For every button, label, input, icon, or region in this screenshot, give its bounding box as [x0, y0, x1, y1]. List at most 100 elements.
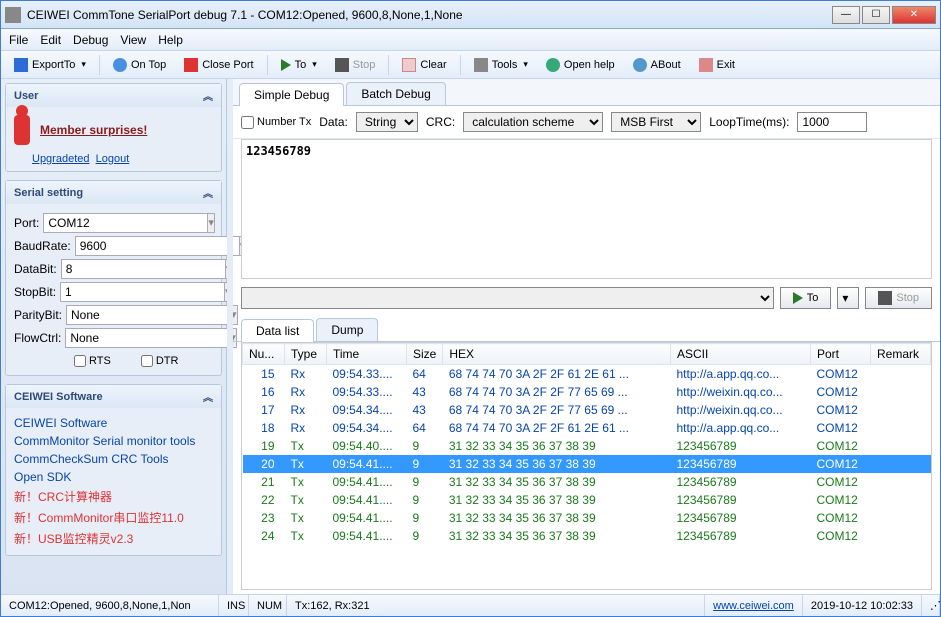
crc-scheme-select[interactable]: calculation scheme [463, 112, 603, 132]
col-type[interactable]: Type [285, 344, 327, 365]
table-row[interactable]: 16Rx09:54.33....4368 74 74 70 3A 2F 2F 7… [243, 383, 931, 401]
stop-icon [184, 58, 198, 72]
exportto-label: ExportTo [32, 59, 75, 71]
collapse-icon[interactable]: ︽ [203, 88, 213, 103]
table-row[interactable]: 15Rx09:54.33....6468 74 74 70 3A 2F 2F 6… [243, 365, 931, 384]
col-size[interactable]: Size [407, 344, 443, 365]
table-row[interactable]: 19Tx09:54.40....931 32 33 34 35 36 37 38… [243, 437, 931, 455]
data-format-select[interactable]: String [356, 112, 418, 132]
link-commchecksum[interactable]: CommCheckSum CRC Tools [14, 452, 213, 466]
menu-edit[interactable]: Edit [40, 33, 61, 47]
to-button[interactable]: To▾ [274, 56, 324, 74]
stop-square-icon [335, 58, 349, 72]
data-label: Data: [319, 115, 348, 129]
openhelp-button[interactable]: Open help [539, 55, 622, 75]
collapse-icon[interactable]: ︽ [203, 185, 213, 200]
msb-select[interactable]: MSB First [611, 112, 701, 132]
data-grid[interactable]: Nu... Type Time Size HEX ASCII Port Rema… [241, 342, 932, 590]
status-url-link[interactable]: www.ceiwei.com [713, 600, 794, 612]
titlebar: CEIWEI CommTone SerialPort debug 7.1 - C… [1, 1, 940, 29]
table-row[interactable]: 20Tx09:54.41....931 32 33 34 35 36 37 38… [243, 455, 931, 473]
exportto-button[interactable]: ExportTo▾ [7, 55, 93, 75]
logout-link[interactable]: Logout [96, 153, 130, 165]
play-icon [793, 292, 803, 304]
send-to-button[interactable]: To [780, 287, 832, 309]
looptime-label: LoopTime(ms): [709, 115, 789, 129]
dtr-checkbox[interactable]: DTR [141, 355, 179, 367]
maximize-button[interactable]: ☐ [862, 6, 890, 24]
software-panel: CEIWEI Software︽ CEIWEI Software CommMon… [5, 384, 222, 556]
col-remark[interactable]: Remark [871, 344, 931, 365]
table-row[interactable]: 22Tx09:54.41....931 32 33 34 35 36 37 38… [243, 491, 931, 509]
exit-button[interactable]: Exit [692, 55, 742, 75]
port-select[interactable] [43, 213, 208, 233]
status-ins: INS [219, 595, 249, 616]
stop-label: Stop [353, 59, 376, 71]
tab-simple-debug[interactable]: Simple Debug [239, 83, 344, 106]
link-usb-monitor[interactable]: 新！USB监控精灵v2.3 [14, 530, 213, 547]
status-port: COM12:Opened, 9600,8,None,1,Non [1, 595, 219, 616]
link-ceiwei-software[interactable]: CEIWEI Software [14, 416, 213, 430]
config-row: Number Tx Data: String CRC: calculation … [233, 106, 940, 139]
link-commmonitor11[interactable]: 新！CommMonitor串口监控11.0 [14, 509, 213, 526]
tools-button[interactable]: Tools▾ [467, 55, 535, 75]
table-row[interactable]: 18Rx09:54.34....6468 74 74 70 3A 2F 2F 6… [243, 419, 931, 437]
tools-label: Tools [492, 59, 518, 71]
dropdown-icon[interactable]: ▾ [208, 213, 215, 233]
link-commmonitor[interactable]: CommMonitor Serial monitor tools [14, 434, 213, 448]
menu-debug[interactable]: Debug [73, 33, 108, 47]
tx-content-area[interactable]: 123456789 [241, 139, 932, 279]
resize-grip[interactable]: ⋰ [922, 595, 940, 616]
col-time[interactable]: Time [327, 344, 407, 365]
tab-data-list[interactable]: Data list [241, 319, 314, 342]
rts-checkbox[interactable]: RTS [74, 355, 111, 367]
tab-batch-debug[interactable]: Batch Debug [346, 82, 445, 105]
openhelp-label: Open help [564, 59, 615, 71]
member-surprises-link[interactable]: Member surprises! [40, 123, 147, 137]
databit-select[interactable] [61, 259, 226, 279]
minimize-button[interactable]: — [832, 6, 860, 24]
stopbit-select[interactable] [60, 282, 225, 302]
flow-select[interactable] [65, 328, 230, 348]
send-history-select[interactable] [241, 287, 774, 309]
menu-view[interactable]: View [120, 33, 146, 47]
close-button[interactable]: ✕ [892, 6, 936, 24]
parity-select[interactable] [66, 305, 231, 325]
upgraded-link[interactable]: Upgradeted [32, 153, 90, 165]
save-icon [14, 58, 28, 72]
numbertx-checkbox[interactable]: Number Tx [241, 116, 311, 129]
table-row[interactable]: 21Tx09:54.41....931 32 33 34 35 36 37 38… [243, 473, 931, 491]
clear-button[interactable]: Clear [395, 55, 453, 75]
sidebar: User ︽ Member surprises! Upgradeted Logou… [1, 79, 227, 594]
link-opensdk[interactable]: Open SDK [14, 470, 213, 484]
col-port[interactable]: Port [811, 344, 871, 365]
table-row[interactable]: 23Tx09:54.41....931 32 33 34 35 36 37 38… [243, 509, 931, 527]
play-icon [281, 59, 291, 71]
stopbit-label: StopBit: [14, 285, 56, 299]
port-label: Port: [14, 216, 39, 230]
baud-select[interactable] [75, 236, 240, 256]
table-row[interactable]: 17Rx09:54.34....4368 74 74 70 3A 2F 2F 7… [243, 401, 931, 419]
menu-file[interactable]: File [9, 33, 28, 47]
ontop-button[interactable]: On Top [106, 55, 173, 75]
col-hex[interactable]: HEX [443, 344, 671, 365]
tab-dump[interactable]: Dump [316, 318, 378, 341]
pin-icon [113, 58, 127, 72]
looptime-input[interactable] [797, 112, 867, 132]
table-row[interactable]: 24Tx09:54.41....931 32 33 34 35 36 37 38… [243, 527, 931, 545]
about-button[interactable]: ABout [626, 55, 688, 75]
col-num[interactable]: Nu... [243, 344, 285, 365]
collapse-icon[interactable]: ︽ [203, 389, 213, 404]
send-stop-button[interactable]: Stop [865, 287, 932, 309]
closeport-button[interactable]: Close Port [177, 55, 260, 75]
exit-icon [699, 58, 713, 72]
clear-label: Clear [420, 59, 446, 71]
menu-help[interactable]: Help [158, 33, 183, 47]
col-ascii[interactable]: ASCII [671, 344, 811, 365]
stop-button[interactable]: Stop [328, 55, 383, 75]
link-crc-calc[interactable]: 新！CRC计算神器 [14, 488, 213, 505]
send-to-label: To [807, 292, 819, 304]
dropdown-icon: ▾ [312, 59, 317, 70]
user-panel-title: User [14, 90, 38, 102]
send-to-dropdown[interactable]: ▾ [837, 287, 859, 309]
